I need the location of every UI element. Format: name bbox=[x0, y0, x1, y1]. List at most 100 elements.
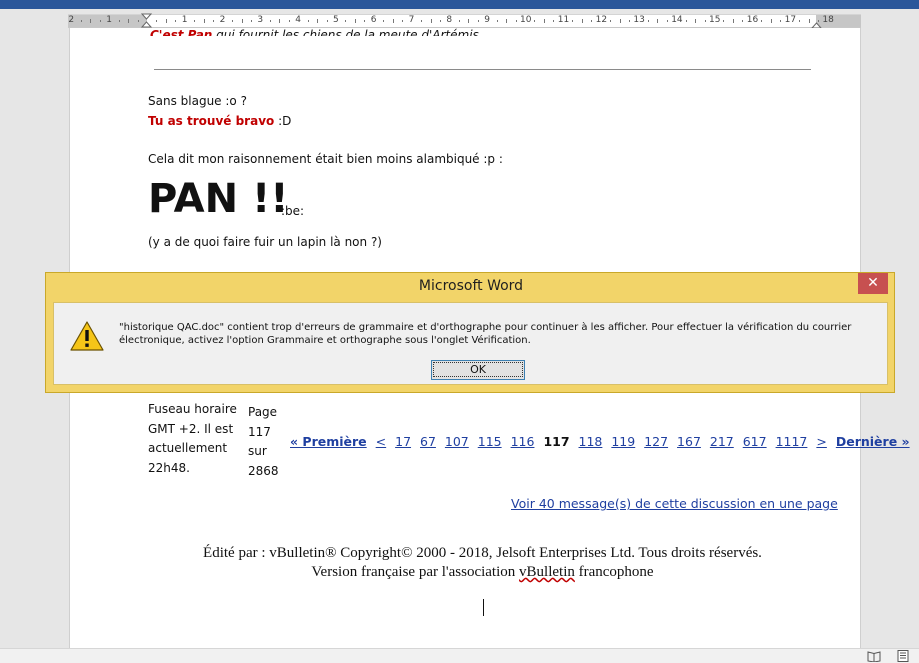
ruler-tick bbox=[572, 20, 574, 22]
ruler-number: 7 bbox=[408, 15, 415, 25]
ok-button-label: OK bbox=[433, 362, 523, 377]
ruler-tick bbox=[506, 19, 508, 23]
warning-icon bbox=[70, 321, 104, 351]
pager-prev-link[interactable]: < bbox=[376, 434, 386, 449]
pager-page-link[interactable]: 119 bbox=[611, 434, 635, 449]
pager-page-link[interactable]: 1117 bbox=[776, 434, 808, 449]
ruler-number: 4 bbox=[295, 15, 301, 25]
ruler-tick bbox=[241, 19, 243, 23]
ruler-number: 8 bbox=[446, 15, 453, 25]
timezone-line: actuellement bbox=[148, 441, 228, 455]
pager-page-link[interactable]: 118 bbox=[579, 434, 603, 449]
ruler-tick bbox=[666, 20, 668, 22]
ruler-tick bbox=[203, 19, 205, 23]
ruler-tick bbox=[628, 20, 630, 22]
ruler-number: 14 bbox=[671, 15, 683, 25]
ruler-number: 15 bbox=[709, 15, 721, 25]
pager-page-link[interactable]: 167 bbox=[677, 434, 701, 449]
timezone-info: Fuseau horaire GMT +2. Il est actuelleme… bbox=[148, 400, 237, 478]
ruler-tick bbox=[496, 20, 498, 22]
partial-top-line: C'est Pan qui fournit les chiens de la m… bbox=[150, 28, 500, 36]
top-line-emphasis: C'est Pan bbox=[150, 28, 213, 36]
pager-first-link[interactable]: « Première bbox=[290, 434, 367, 449]
ruler-tick bbox=[468, 19, 470, 23]
ruler-tick bbox=[430, 19, 432, 23]
pager-next-link[interactable]: > bbox=[816, 434, 826, 449]
pagination: « Première < 17 67 107 115 116 117 118 1… bbox=[290, 434, 910, 449]
ruler-tick bbox=[364, 20, 366, 22]
page-info-line: 2868 bbox=[248, 463, 279, 478]
window-title-strip bbox=[0, 0, 919, 9]
timezone-line: 22h48. bbox=[148, 460, 190, 475]
ok-button[interactable]: OK bbox=[431, 360, 525, 380]
paragraph-bravo: Tu as trouvé bravo :D bbox=[148, 114, 291, 128]
read-mode-icon[interactable] bbox=[867, 650, 881, 662]
footer-copyright: Édité par : vBulletin® Copyright© 2000 -… bbox=[203, 545, 762, 561]
ruler-tick bbox=[232, 20, 234, 22]
ruler-tick bbox=[477, 20, 479, 22]
pager-page-link[interactable]: 107 bbox=[445, 434, 469, 449]
ruler-tick bbox=[695, 19, 697, 23]
footer-version-text: francophone bbox=[574, 564, 654, 580]
first-line-indent-marker[interactable] bbox=[140, 13, 153, 28]
ruler-number: 12 bbox=[595, 15, 608, 25]
ruler-tick bbox=[288, 20, 290, 22]
timezone-line: Fuseau horaire bbox=[148, 402, 237, 416]
pager-page-link[interactable]: 127 bbox=[644, 434, 668, 449]
pan-heading: PAN !! bbox=[148, 176, 289, 222]
dialog-message: "historique QAC.doc" contient trop d'err… bbox=[119, 322, 852, 346]
ruler-tick bbox=[534, 20, 536, 22]
pager-page-link[interactable]: 17 bbox=[395, 434, 411, 449]
ruler-tick bbox=[553, 20, 555, 22]
bravo-emphasis: Tu as trouvé bravo bbox=[148, 114, 275, 128]
pager-page-link[interactable]: 115 bbox=[478, 434, 502, 449]
ruler-tick bbox=[307, 20, 309, 22]
ruler-number: 2 bbox=[68, 15, 75, 25]
ruler-tick bbox=[326, 20, 328, 22]
close-button[interactable]: ✕ bbox=[858, 273, 888, 294]
horizontal-ruler[interactable]: 2 1 1 2 3 4 5 6 7 8 9 10 11 12 13 14 15 16 17 18 bbox=[68, 13, 861, 29]
ruler-tick bbox=[165, 19, 167, 23]
paragraph-raisonnement: Cela dit mon raisonnement était bien moi… bbox=[148, 152, 503, 166]
status-bar bbox=[0, 648, 919, 663]
pager-page-link[interactable]: 617 bbox=[743, 434, 767, 449]
ruler-tick bbox=[156, 20, 158, 22]
ruler-tick bbox=[269, 20, 271, 22]
ruler-number: 18 bbox=[822, 15, 834, 25]
view-all-messages-link[interactable]: Voir 40 message(s) de cette discussion e… bbox=[511, 496, 838, 511]
ruler-tick bbox=[354, 19, 356, 23]
spelling-error-word: vBulletin bbox=[519, 564, 575, 580]
pager-current-page: 117 bbox=[543, 434, 570, 449]
ruler-tick bbox=[213, 20, 215, 22]
pager-page-link[interactable]: 116 bbox=[511, 434, 535, 449]
ruler-number: 1 bbox=[181, 15, 188, 25]
ruler-tick bbox=[80, 20, 82, 22]
ruler-tick bbox=[647, 20, 649, 22]
ruler-tick bbox=[421, 20, 423, 22]
pager-last-link[interactable]: Dernière » bbox=[836, 434, 910, 449]
ruler-tick bbox=[90, 19, 92, 23]
ruler-number: 16 bbox=[746, 15, 759, 25]
print-layout-icon[interactable] bbox=[896, 650, 910, 662]
ruler-tick bbox=[808, 19, 810, 23]
ruler-number: 9 bbox=[484, 15, 490, 25]
ruler-tick bbox=[118, 20, 120, 22]
ruler-tick bbox=[439, 20, 441, 22]
dialog-body: "historique QAC.doc" contient trop d'err… bbox=[53, 302, 888, 385]
ruler-tick bbox=[345, 20, 347, 22]
ruler-number: 11 bbox=[557, 15, 570, 25]
ruler-tick bbox=[515, 20, 517, 22]
footer-version: Version française par l'association vBul… bbox=[160, 564, 805, 581]
ruler-number: 2 bbox=[219, 15, 226, 25]
pan-smiley: :be: bbox=[281, 204, 305, 218]
dialog-title: Microsoft Word bbox=[418, 278, 524, 294]
ruler-tick bbox=[279, 19, 281, 23]
timezone-line: GMT +2. Il est bbox=[148, 421, 234, 436]
top-line-text: qui fournit les chiens de la meute d'Art… bbox=[212, 28, 483, 36]
ruler-tick bbox=[175, 20, 177, 22]
ruler-number: 3 bbox=[257, 15, 264, 25]
ruler-tick bbox=[317, 19, 319, 23]
ruler-tick bbox=[194, 20, 196, 22]
pager-page-link[interactable]: 67 bbox=[420, 434, 436, 449]
pager-page-link[interactable]: 217 bbox=[710, 434, 734, 449]
